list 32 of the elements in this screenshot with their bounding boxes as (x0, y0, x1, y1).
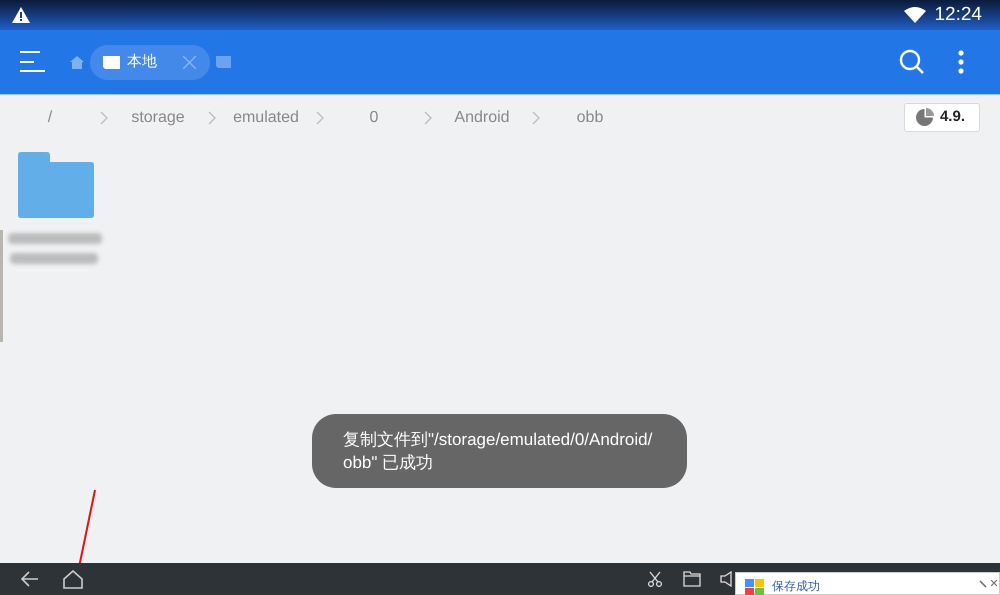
chevron-icon (208, 110, 216, 124)
breadcrumb-item[interactable]: storage (108, 106, 208, 130)
chevron-icon (100, 110, 108, 124)
folder-icon[interactable] (683, 571, 701, 587)
home-icon[interactable] (63, 570, 83, 588)
back-icon[interactable] (21, 571, 39, 587)
storage-badge[interactable]: 4.9. (904, 103, 980, 132)
close-icon[interactable] (991, 580, 997, 586)
breadcrumb-item[interactable]: obb (540, 106, 640, 130)
chevron-icon (424, 110, 432, 124)
notification-text: 保存成功 (772, 579, 820, 593)
chevron-icon (532, 110, 540, 124)
clock: 12:24 (934, 2, 982, 27)
pie-chart-icon (914, 108, 934, 127)
wifi-icon (904, 7, 926, 23)
notification-popup[interactable]: 保存成功 (735, 572, 1000, 595)
tab-label: 本地 (127, 52, 158, 72)
search-icon[interactable] (899, 49, 925, 75)
warning-icon (11, 6, 31, 24)
storage-tab[interactable]: 本地 (90, 44, 210, 80)
scissors-icon[interactable] (647, 571, 663, 587)
menu-icon[interactable] (20, 51, 45, 73)
toast-message: 复制文件到"/storage/emulated/0/Android/ obb" 已成功 (312, 414, 687, 488)
sd-card-icon (103, 56, 120, 68)
app-icon (745, 579, 765, 595)
more-icon[interactable] (958, 50, 964, 74)
chevron-icon (316, 110, 324, 124)
breadcrumb-item[interactable]: Android (432, 106, 532, 130)
breadcrumb-item[interactable]: emulated (216, 106, 316, 130)
speaker-icon[interactable] (720, 571, 734, 587)
breadcrumb-item[interactable]: 0 (324, 106, 424, 130)
breadcrumb-item[interactable]: / (0, 106, 100, 130)
